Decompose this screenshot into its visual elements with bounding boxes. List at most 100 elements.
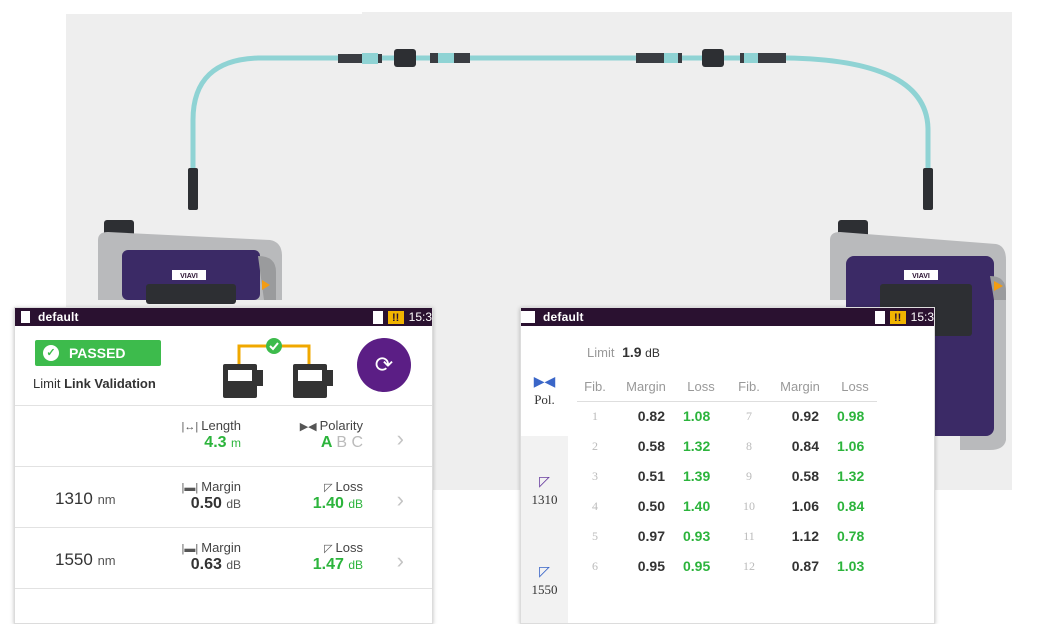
margin-icon: |▬| xyxy=(181,543,199,555)
margin-value: 0.82 xyxy=(637,408,665,425)
loss-value: 0.84 xyxy=(837,498,865,514)
tab-1550[interactable]: ◸ 1550 xyxy=(521,546,568,606)
profile-name: default xyxy=(543,310,584,324)
tab-label: 1310 xyxy=(531,492,558,507)
limit-value: 1.9 xyxy=(622,344,642,360)
polarity-icon: ▶◀ xyxy=(533,375,556,390)
status-indicator xyxy=(21,311,30,323)
length-icon: |↔| xyxy=(181,421,199,433)
fiber-number: 8 xyxy=(746,438,752,453)
margin-value: 0.63 xyxy=(190,556,222,573)
check-icon: ✓ xyxy=(43,345,59,361)
test-mode: Limit Link Validation xyxy=(33,376,156,391)
wavelength-label: 1310 nm xyxy=(55,489,116,509)
warning-icon: !! xyxy=(889,310,906,324)
passed-badge: ✓ PASSED xyxy=(35,340,161,366)
loss-value: 1.40 xyxy=(312,495,344,512)
loss-metric: ◸ Loss 1.40 dB xyxy=(283,479,363,513)
passed-label: PASSED xyxy=(69,345,126,361)
summary-row[interactable]: |↔| Length 4.3 m ▶◀ Polarity A B C › xyxy=(15,406,432,467)
status-bar: default !! 15:3 xyxy=(15,308,432,326)
margin-label: Margin xyxy=(201,479,241,494)
tab-label: Pol. xyxy=(534,392,555,407)
loss-limit: Limit 1.9 dB xyxy=(587,344,660,360)
length-unit: m xyxy=(231,436,241,450)
table-row: 1 0.82 1.08 7 0.92 0.98 xyxy=(577,401,877,431)
col-loss: Loss xyxy=(833,373,877,402)
loss-value: 1.47 xyxy=(312,556,344,573)
polarity-label: Polarity xyxy=(319,418,363,433)
margin-value: 0.51 xyxy=(637,468,665,484)
wavelength-row-1550[interactable]: 1550 nm |▬| Margin 0.63 dB ◸ Loss 1.47 dB … xyxy=(15,528,432,589)
loss-icon: ◸ xyxy=(324,482,333,494)
loss-metric: ◸ Loss 1.47 dB xyxy=(283,540,363,574)
side-tabs: ▶◀ Pol. ◸ 1310 ◸ 1550 xyxy=(521,326,568,623)
length-label: Length xyxy=(201,418,241,433)
loss-value: 1.32 xyxy=(837,468,865,484)
chevron-right-icon: › xyxy=(396,426,404,451)
table-row: 2 0.58 1.32 8 0.84 1.06 xyxy=(577,431,877,461)
loss-value: 0.98 xyxy=(837,408,865,425)
fiber-number: 11 xyxy=(743,528,755,543)
clock: 15:3 xyxy=(910,310,934,324)
status-bar: default !! 15:3 xyxy=(521,308,934,326)
margin-value: 0.97 xyxy=(637,528,665,544)
subtitle-prefix: Limit xyxy=(33,376,61,391)
length-value: 4.3 xyxy=(204,434,227,451)
margin-unit: dB xyxy=(226,558,241,572)
polarity-metric: ▶◀ Polarity A B C xyxy=(271,418,363,452)
battery-icon xyxy=(874,310,885,324)
margin-value: 1.06 xyxy=(791,498,819,514)
wavelength-unit: nm xyxy=(97,553,116,568)
loss-value: 0.95 xyxy=(683,558,711,574)
margin-metric: |▬| Margin 0.63 dB xyxy=(163,540,241,574)
wavelength-unit: nm xyxy=(97,492,116,507)
margin-value: 0.50 xyxy=(190,495,222,512)
col-margin: Margin xyxy=(767,373,833,402)
margin-value: 0.84 xyxy=(791,438,819,454)
fiber-number: 5 xyxy=(592,528,598,543)
margin-icon: |▬| xyxy=(181,482,199,494)
table-row: 5 0.97 0.93 11 1.12 0.78 xyxy=(577,521,877,551)
right-device-brand: VIAVI xyxy=(912,273,930,280)
chevron-right-icon: › xyxy=(396,548,404,573)
col-fib: Fib. xyxy=(731,373,767,402)
cable-connectors xyxy=(188,49,933,210)
profile-name: default xyxy=(38,310,79,324)
wavelength-value: 1310 xyxy=(55,489,93,508)
chevron-right-icon: › xyxy=(396,487,404,512)
fiber-cable xyxy=(190,55,931,180)
fiber-number: 3 xyxy=(592,468,598,483)
fiber-number: 9 xyxy=(746,468,752,483)
warning-icon: !! xyxy=(387,310,404,324)
battery-icon xyxy=(372,310,383,324)
sync-button[interactable]: ⟳ xyxy=(357,338,411,392)
wavelength-row-1310[interactable]: 1310 nm |▬| Margin 0.50 dB ◸ Loss 1.40 dB … xyxy=(15,467,432,528)
left-device: VIAVI xyxy=(98,220,282,304)
loss-value: 0.93 xyxy=(683,528,711,544)
margin-metric: |▬| Margin 0.50 dB xyxy=(163,479,241,513)
length-metric: |↔| Length 4.3 m xyxy=(163,418,241,452)
fiber-number: 4 xyxy=(592,498,598,513)
wavelength-label: 1550 nm xyxy=(55,550,116,570)
status-indicator xyxy=(521,311,535,323)
fiber-results-table: Fib. Margin Loss Fib. Margin Loss 1 0.82 1… xyxy=(577,373,877,581)
tab-1310[interactable]: ◸ 1310 xyxy=(521,456,568,516)
polarity-icon: ▶◀ xyxy=(299,421,317,433)
limit-unit: dB xyxy=(645,346,660,360)
col-loss: Loss xyxy=(679,373,723,402)
tab-polarity[interactable]: ▶◀ Pol. xyxy=(521,326,568,436)
wavelength-value: 1550 xyxy=(55,550,93,569)
link-devices-icon xyxy=(223,338,333,398)
limit-label: Limit xyxy=(587,345,615,360)
fiber-number: 12 xyxy=(743,558,755,573)
table-row: 4 0.50 1.40 10 1.06 0.84 xyxy=(577,491,877,521)
result-header: ✓ PASSED Limit Link Validation ⟳ xyxy=(15,326,432,406)
link-summary-screen: default !! 15:3 ✓ PASSED Limit Link Vali… xyxy=(14,307,433,624)
fiber-number: 1 xyxy=(592,408,598,423)
margin-value: 0.58 xyxy=(791,468,819,484)
fiber-number: 7 xyxy=(746,408,752,423)
col-fib: Fib. xyxy=(577,373,613,402)
loss-value: 1.03 xyxy=(837,558,865,574)
polarity-active: A xyxy=(320,434,332,451)
